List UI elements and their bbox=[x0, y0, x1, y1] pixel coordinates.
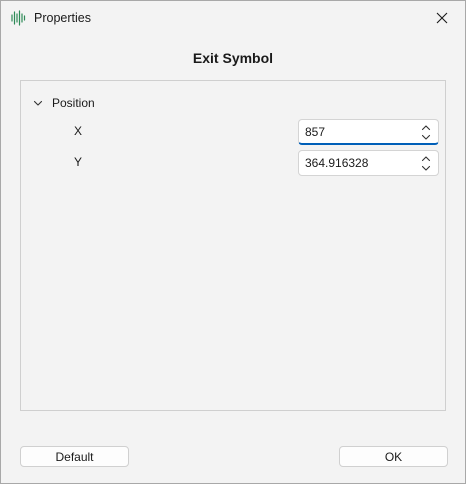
chevron-up-icon[interactable] bbox=[420, 154, 432, 163]
group-header-position[interactable]: Position bbox=[32, 96, 95, 110]
property-label-x: X bbox=[74, 124, 83, 138]
title-bar[interactable]: Properties bbox=[1, 1, 465, 35]
default-button[interactable]: Default bbox=[20, 446, 129, 467]
y-spin-arrows[interactable] bbox=[420, 154, 432, 174]
chevron-down-icon[interactable] bbox=[32, 97, 44, 109]
chevron-down-icon[interactable] bbox=[420, 164, 432, 173]
dialog-heading: Exit Symbol bbox=[192, 50, 274, 66]
property-panel: Position X Y bbox=[20, 80, 446, 411]
x-input[interactable] bbox=[305, 120, 410, 144]
close-icon bbox=[436, 12, 448, 24]
window-title: Properties bbox=[34, 11, 91, 25]
property-label-y: Y bbox=[74, 155, 83, 169]
x-spin-arrows[interactable] bbox=[420, 123, 432, 143]
y-spinbox[interactable] bbox=[298, 150, 439, 176]
waveform-icon bbox=[11, 10, 26, 26]
chevron-up-icon[interactable] bbox=[420, 123, 432, 132]
x-spinbox[interactable] bbox=[298, 119, 439, 145]
ok-button[interactable]: OK bbox=[339, 446, 448, 467]
y-input[interactable] bbox=[305, 151, 410, 175]
close-button[interactable] bbox=[427, 5, 457, 31]
group-label: Position bbox=[52, 96, 95, 110]
chevron-down-icon[interactable] bbox=[420, 133, 432, 142]
properties-dialog: Properties Exit Symbol Position X 857 Y … bbox=[0, 0, 466, 484]
